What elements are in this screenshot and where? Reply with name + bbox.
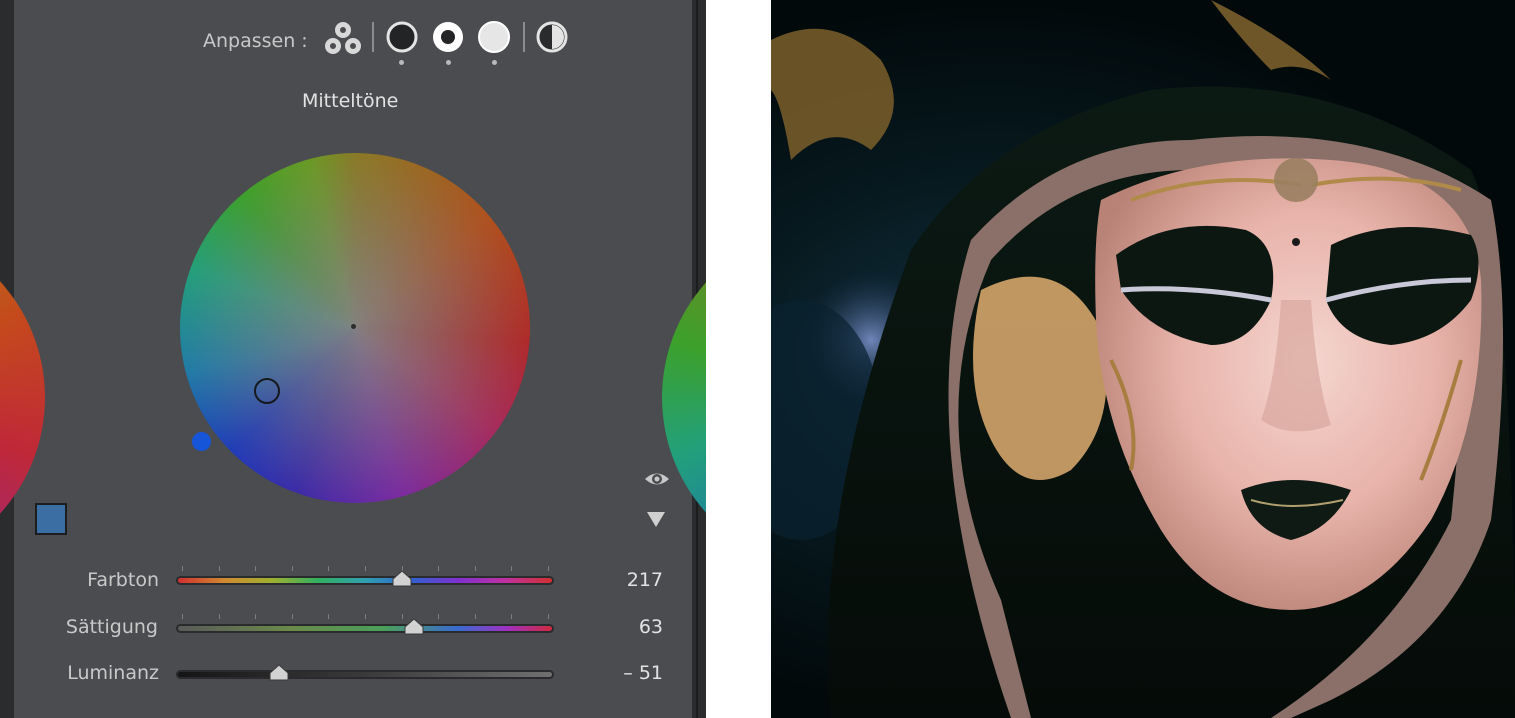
highlights-icon[interactable] xyxy=(477,20,511,54)
luminance-slider-label: Luminanz xyxy=(67,662,159,684)
slider-tick xyxy=(511,566,513,571)
wheel-luminance-indicator[interactable] xyxy=(192,432,211,451)
saturation-slider-thumb[interactable] xyxy=(403,618,425,636)
midtones-indicator-dot xyxy=(446,60,451,65)
eye-icon[interactable] xyxy=(643,469,671,489)
midtones-icon[interactable] xyxy=(431,20,465,54)
adjust-label: Anpassen : xyxy=(203,30,308,52)
slider-tick xyxy=(328,614,330,619)
slider-tick xyxy=(291,614,293,619)
color-swatch[interactable] xyxy=(35,503,67,535)
slider-tick xyxy=(218,566,220,571)
slider-tick xyxy=(365,614,366,619)
slider-tick xyxy=(365,566,366,571)
slider-tick xyxy=(548,614,549,619)
hue-slider-thumb[interactable] xyxy=(391,570,413,588)
slider-tick xyxy=(438,566,440,571)
hue-slider-label: Farbton xyxy=(87,569,159,591)
mode-separator xyxy=(372,22,374,52)
color-grading-panel: Anpassen : Mitteltöne Farbton 217 Sättig… xyxy=(0,0,706,718)
wheel-color-handle[interactable] xyxy=(254,378,280,404)
three-way-icon[interactable] xyxy=(323,20,363,56)
slider-tick xyxy=(182,614,183,619)
slider-tick xyxy=(291,566,293,571)
highlights-indicator-dot xyxy=(492,60,497,65)
slider-tick xyxy=(474,566,476,571)
saturation-slider-track[interactable] xyxy=(178,626,552,631)
slider-tick xyxy=(328,566,330,571)
hue-value[interactable]: 217 xyxy=(583,569,663,591)
saturation-slider-label: Sättigung xyxy=(65,616,158,638)
photo-preview xyxy=(771,0,1515,718)
global-icon[interactable] xyxy=(535,20,569,54)
slider-tick xyxy=(474,614,476,619)
wheel-center-dot xyxy=(351,324,356,329)
expand-triangle-icon[interactable] xyxy=(645,509,667,529)
slider-tick xyxy=(255,614,257,619)
shadows-icon[interactable] xyxy=(385,20,419,54)
saturation-value[interactable]: 63 xyxy=(583,616,663,638)
luminance-slider-thumb[interactable] xyxy=(268,664,290,682)
shadows-indicator-dot xyxy=(399,60,404,65)
slider-tick xyxy=(255,566,257,571)
slider-tick xyxy=(438,614,440,619)
hue-slider-track[interactable] xyxy=(178,578,552,583)
venetian-mask-photo xyxy=(771,0,1515,718)
luminance-value[interactable]: – 51 xyxy=(583,662,663,684)
slider-tick xyxy=(548,566,549,571)
slider-tick xyxy=(218,614,220,619)
luminance-slider-track[interactable] xyxy=(178,672,552,677)
mode-separator xyxy=(523,22,525,52)
mode-title: Mitteltöne xyxy=(302,90,399,112)
slider-tick xyxy=(511,614,513,619)
slider-tick xyxy=(182,566,183,571)
